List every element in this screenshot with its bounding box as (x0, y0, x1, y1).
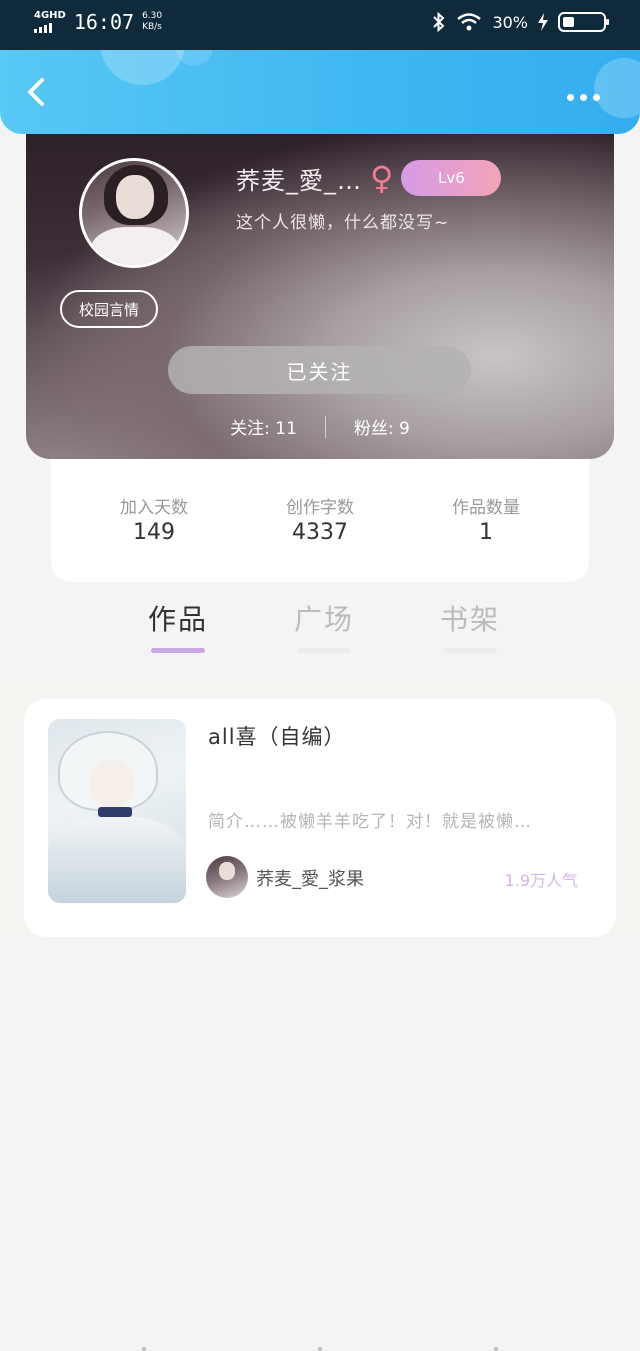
work-intro: 简介……被懒羊羊吃了！对！就是被懒… (208, 812, 532, 832)
stat-label: 创作字数 (286, 498, 354, 518)
more-dot (567, 94, 574, 101)
back-button[interactable] (22, 74, 52, 110)
work-cover-image[interactable] (48, 719, 186, 903)
author-name: 荞麦_愛_浆果 (256, 869, 364, 890)
stat-label: 加入天数 (120, 498, 188, 518)
followers-count[interactable]: 粉丝: 9 (354, 414, 410, 439)
network-type: 4GHD (34, 10, 66, 21)
clock: 16:07 (73, 10, 135, 34)
bluetooth-icon (433, 12, 445, 32)
stat-label: 作品数量 (452, 498, 520, 518)
battery-icon (558, 12, 609, 32)
chevron-left-icon (28, 78, 44, 106)
more-dot (593, 94, 600, 101)
battery-fill (563, 17, 574, 27)
stats-card: 加入天数 149 创作字数 4337 作品数量 1 (51, 459, 589, 582)
stat-value: 149 (133, 520, 175, 545)
work-card[interactable]: all喜（自编） 简介……被懒羊羊吃了！对！就是被懒… 荞麦_愛_浆果 1.9万… (24, 699, 616, 937)
tab-label: 广场 (294, 603, 355, 636)
stat-value: 4337 (292, 520, 348, 545)
tab-plaza[interactable]: 广场 (294, 598, 354, 653)
user-bio: 这个人很懒，什么都没写~ (236, 213, 450, 233)
wifi-icon (457, 13, 482, 31)
work-title[interactable]: all喜（自编） (208, 721, 346, 751)
stat-value: 1 (479, 520, 493, 545)
follow-button[interactable]: 已关注 (168, 346, 471, 394)
tab-label: 作品 (148, 603, 209, 636)
signal-bars-icon (34, 23, 66, 33)
user-name: 荞麦_愛_… (236, 166, 362, 195)
tab-bookshelf[interactable]: 书架 (440, 598, 500, 653)
signal-indicator: 4GHD (34, 11, 66, 33)
battery-percent: 30% (492, 12, 528, 32)
content-tabs: 作品 广场 书架 (0, 598, 640, 658)
speed-value: 6.30 (142, 11, 163, 21)
stat-join-days: 加入天数 149 (120, 493, 188, 582)
tab-label: 书架 (440, 603, 501, 636)
divider (324, 415, 326, 438)
speed-unit: KB/s (142, 22, 162, 32)
stat-word-count: 创作字数 4337 (286, 493, 354, 582)
profile-card: 荞麦_愛_… ♀ Lv6 这个人很懒，什么都没写~ 校园言情 已关注 关注: 1… (26, 120, 614, 459)
stat-work-count: 作品数量 1 (452, 493, 520, 582)
tab-works[interactable]: 作品 (148, 598, 208, 653)
more-dot (580, 94, 587, 101)
author-avatar (206, 856, 248, 898)
top-header (0, 50, 640, 134)
status-bar: 4GHD 16:07 6.30 KB/s 30% (0, 0, 640, 50)
genre-tag[interactable]: 校园言情 (60, 290, 158, 328)
tab-indicator (297, 648, 351, 653)
charging-icon (538, 13, 548, 31)
tab-indicator (151, 648, 205, 653)
user-avatar[interactable] (79, 158, 189, 268)
tab-indicator (443, 648, 497, 653)
status-right: 30% (432, 12, 609, 32)
more-options-button[interactable] (567, 94, 600, 101)
network-speed: 6.30 KB/s (142, 11, 162, 33)
bottom-indicator (0, 1345, 640, 1351)
female-gender-icon: ♀ (370, 159, 394, 197)
name-row: 荞麦_愛_… ♀ Lv6 (236, 159, 502, 197)
level-badge: Lv6 (401, 160, 502, 196)
follow-counts: 关注: 11 粉丝: 9 (26, 414, 614, 439)
popularity-count: 1.9万人气 (504, 871, 578, 890)
following-count[interactable]: 关注: 11 (230, 414, 297, 439)
status-left: 4GHD 16:07 6.30 KB/s (34, 10, 162, 34)
